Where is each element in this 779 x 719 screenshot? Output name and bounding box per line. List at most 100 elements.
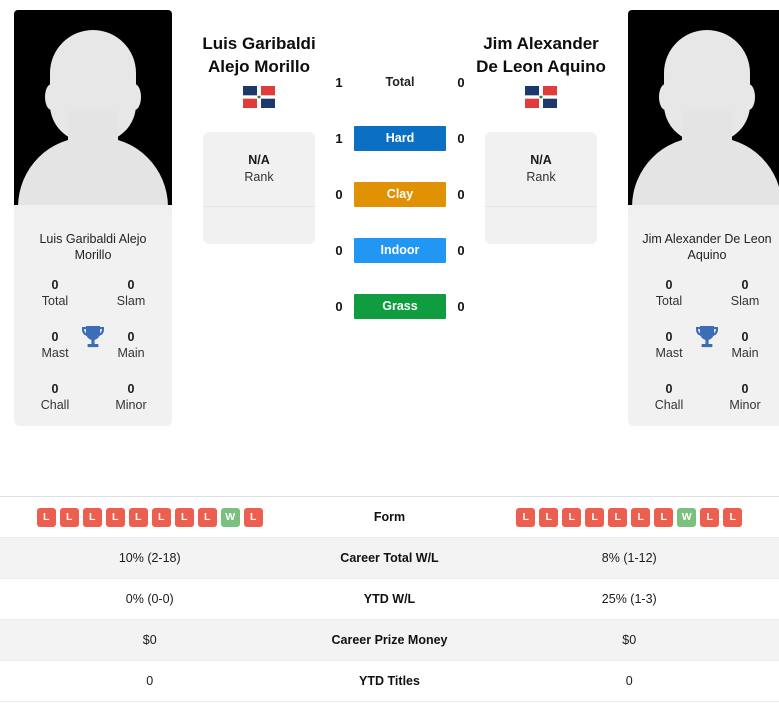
form-badge-loss[interactable]: L [197, 507, 217, 527]
form-badge-loss[interactable]: L [82, 507, 102, 527]
titles-main-value: 0 [741, 330, 749, 344]
form-badge-loss[interactable]: L [723, 507, 743, 527]
form-badge-loss[interactable]: L [539, 507, 559, 527]
avatar-floor-shape [628, 205, 779, 215]
form-badge-loss[interactable]: L [585, 507, 605, 527]
form-badge-loss[interactable]: L [105, 507, 125, 527]
right-player-info-card: N/A Rank High 18 Age Plays [485, 132, 597, 244]
form-badge-loss[interactable]: L [516, 507, 536, 527]
titles-total-cell: 0 Total [638, 277, 700, 310]
titles-total-value: 0 [665, 278, 673, 292]
form-badge-loss[interactable]: L [243, 507, 263, 527]
titles-chall-value: 0 [665, 382, 673, 396]
right-titles-grid: 0 Total 0 Slam 0 Mast 0 Main 0 Chall 0 M… [628, 277, 779, 414]
right-player-name-line1: Jim Alexander [483, 34, 599, 53]
titles-row-3: 0 Chall 0 Minor [632, 381, 779, 414]
form-badge-loss[interactable]: L [59, 507, 79, 527]
form-badge-loss[interactable]: L [174, 507, 194, 527]
titles-main-cell: 0 Main [100, 329, 162, 362]
titles-slam-label: Slam [730, 294, 760, 308]
dominican-republic-flag-icon [524, 86, 557, 108]
titles-main-label: Main [117, 346, 145, 360]
trophy-icon [694, 324, 720, 352]
left-player-titles-card: Luis Garibaldi Alejo Morillo 0 Total 0 S… [14, 215, 172, 426]
right-ytd-wl: 25% (1-3) [601, 592, 657, 606]
titles-chall-cell: 0 Chall [638, 381, 700, 414]
surface-total-left-score: 1 [335, 74, 343, 90]
surface-row-clay: 0 Clay 0 [324, 180, 476, 208]
right-player-name-line2: De Leon Aquino [476, 57, 606, 76]
titles-row-3: 0 Chall 0 Minor [18, 381, 168, 414]
right-form-cell: LLLLLLLWLL [480, 507, 779, 527]
surface-hard-right-score: 0 [457, 130, 465, 146]
avatar-floor-shape [14, 205, 172, 215]
right-info-high: High [485, 207, 597, 244]
titles-total-label: Total [655, 294, 683, 308]
trophy-icon [80, 324, 106, 352]
right-info-rank-label: Rank [526, 170, 556, 184]
form-badge-loss[interactable]: L [36, 507, 56, 527]
left-info-rank-label: Rank [244, 170, 274, 184]
titles-chall-cell: 0 Chall [24, 381, 86, 414]
right-player-titles-card: Jim Alexander De Leon Aquino 0 Total 0 S… [628, 215, 779, 426]
titles-minor-cell: 0 Minor [100, 381, 162, 414]
right-career-total-wl: 8% (1-12) [601, 551, 657, 565]
table-row-form: LLLLLLLLWL Form LLLLLLLWLL [0, 497, 779, 538]
left-player-avatar [14, 10, 172, 215]
surface-clay-label: Clay [354, 181, 446, 207]
form-badge-loss[interactable]: L [700, 507, 720, 527]
surface-total-right-score: 0 [457, 74, 465, 90]
form-badge-win[interactable]: W [220, 507, 240, 527]
form-badge-loss[interactable]: L [151, 507, 171, 527]
titles-minor-value: 0 [741, 382, 749, 396]
form-badge-win[interactable]: W [677, 507, 697, 527]
left-player-card-name: Luis Garibaldi Alejo Morillo [39, 232, 147, 262]
titles-main-label: Main [731, 346, 759, 360]
surface-hard-left-score: 1 [335, 130, 343, 146]
titles-chall-value: 0 [51, 382, 59, 396]
titles-mast-label: Mast [655, 346, 683, 360]
form-badge-loss[interactable]: L [562, 507, 582, 527]
row-label-form: Form [373, 510, 406, 524]
surface-clay-right-score: 0 [457, 186, 465, 202]
surface-total-label: Total [385, 75, 415, 89]
titles-total-value: 0 [51, 278, 59, 292]
surface-clay-left-score: 0 [335, 186, 343, 202]
titles-mast-cell: 0 Mast [638, 329, 700, 362]
left-form-cell: LLLLLLLLWL [0, 507, 300, 527]
avatar-ear-left [45, 84, 58, 110]
form-badge-loss[interactable]: L [631, 507, 651, 527]
table-row-ytd-titles: 0 YTD Titles 0 [0, 661, 779, 702]
form-badge-loss[interactable]: L [608, 507, 628, 527]
titles-slam-label: Slam [116, 294, 146, 308]
left-ytd-wl: 0% (0-0) [125, 592, 174, 606]
titles-mast-value: 0 [665, 330, 673, 344]
table-row-career-prize-money: $0 Career Prize Money $0 [0, 620, 779, 661]
surface-row-grass: 0 Grass 0 [324, 292, 476, 320]
right-player-header: Jim Alexander De Leon Aquino [476, 10, 606, 108]
table-row-career-total-wl: 10% (2-18) Career Total W/L 8% (1-12) [0, 538, 779, 579]
left-ytd-titles: 0 [146, 674, 154, 688]
table-row-ytd-wl: 0% (0-0) YTD W/L 25% (1-3) [0, 579, 779, 620]
left-career-prize-money: $0 [142, 633, 157, 647]
left-form-badges: LLLLLLLLWL [36, 507, 263, 527]
row-label-ytd-titles: YTD Titles [359, 674, 420, 688]
titles-mast-label: Mast [41, 346, 69, 360]
titles-total-cell: 0 Total [24, 277, 86, 310]
surface-indoor-label: Indoor [354, 237, 446, 263]
form-badge-loss[interactable]: L [654, 507, 674, 527]
surface-row-total: 1 Total 0 [324, 68, 476, 96]
dominican-republic-flag-icon [242, 86, 275, 108]
surface-grass-left-score: 0 [335, 298, 343, 314]
surface-indoor-left-score: 0 [335, 242, 343, 258]
player-comparison-table: LLLLLLLLWL Form LLLLLLLWLL 10% (2-18) Ca… [0, 496, 779, 702]
left-info-high: High [203, 207, 315, 244]
form-badge-loss[interactable]: L [128, 507, 148, 527]
left-player-header: Luis Garibaldi Alejo Morillo [202, 10, 316, 108]
titles-slam-value: 0 [127, 278, 135, 292]
right-info-rank-value: N/A [530, 153, 552, 167]
titles-minor-label: Minor [729, 398, 761, 412]
titles-slam-cell: 0 Slam [100, 277, 162, 310]
avatar-body-shape [632, 137, 779, 215]
avatar-ear-right [742, 84, 755, 110]
